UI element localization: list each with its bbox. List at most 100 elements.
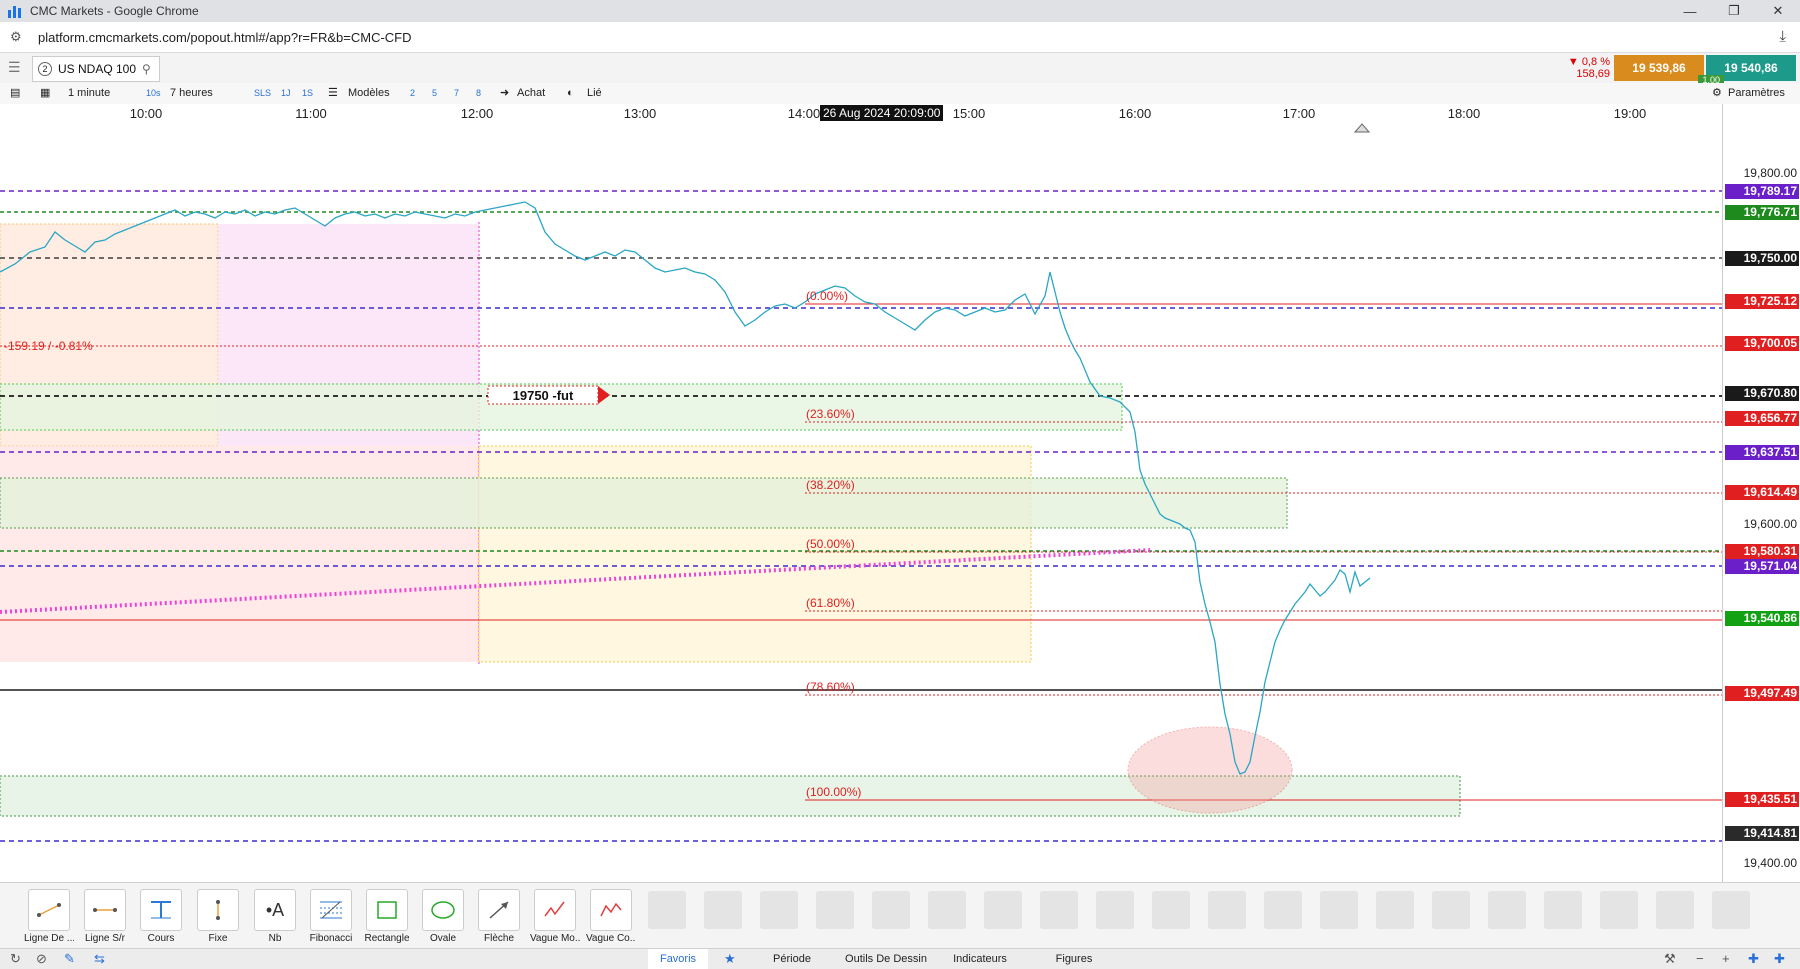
empty-tool-slot[interactable] — [1152, 891, 1190, 929]
tab-indicators[interactable]: Indicateurs — [934, 949, 1026, 969]
instrument-tab[interactable]: 2 US NDAQ 100 ⚲ — [32, 56, 160, 82]
swap-icon[interactable]: ⇆ — [94, 951, 105, 967]
empty-tool-slot[interactable] — [1376, 891, 1414, 929]
chart-toolbar: ▤ ▦ 1 minute 10s 7 heures SLS 1J 1S ☰ Mo… — [0, 83, 1800, 105]
pencil-icon[interactable]: ✎ — [64, 951, 75, 967]
change-pts: 158,69 — [1576, 68, 1610, 80]
close-icon[interactable]: ✕ — [1756, 0, 1800, 22]
range-1j[interactable]: 1J — [281, 83, 291, 104]
tool-label: Ligne De ... — [24, 933, 74, 944]
price-tick: 19,800.00 — [1743, 166, 1797, 180]
preset-2[interactable]: 2 — [410, 83, 415, 104]
settings-icon[interactable]: ⚙ — [1712, 83, 1722, 104]
tab-favoris[interactable]: Favoris — [648, 949, 708, 969]
buy-button[interactable]: Achat — [517, 83, 545, 104]
empty-tool-slot[interactable] — [816, 891, 854, 929]
tool-sr-line[interactable]: Ligne S/r — [80, 889, 130, 944]
price-label: 19,614.49 — [1725, 485, 1799, 500]
change-box: ▼ 0,8 % 158,69 — [1552, 56, 1610, 82]
empty-tool-slot[interactable] — [984, 891, 1022, 929]
star-icon[interactable]: ★ — [724, 951, 736, 967]
window-title: CMC Markets - Google Chrome — [30, 4, 199, 18]
tool-wave-corrective[interactable]: Vague Co... — [586, 889, 636, 944]
time-axis: 10:00 11:00 12:00 13:00 14:00 15:00 16:0… — [0, 104, 1722, 123]
site-info-icon[interactable]: ⚙ — [10, 29, 26, 45]
buy-icon[interactable]: ➜ — [500, 83, 509, 104]
tool-arrow[interactable]: Flèche — [474, 889, 524, 944]
tool-rectangle[interactable]: Rectangle — [362, 889, 412, 944]
restore-icon[interactable]: ❐ — [1712, 0, 1756, 22]
price-chart[interactable]: -159.19 / -0.81% 19750 -fut (0.00%) (23.… — [0, 122, 1722, 882]
price-level-icon — [151, 901, 171, 919]
empty-tool-slot[interactable] — [704, 891, 742, 929]
time-tick: 12:00 — [460, 106, 494, 121]
quick-interval-10s[interactable]: 10s — [146, 83, 161, 104]
empty-tool-slot[interactable] — [1712, 891, 1750, 929]
cancel-icon[interactable]: ⊘ — [36, 951, 47, 967]
empty-tool-slot[interactable] — [1432, 891, 1470, 929]
empty-tool-slot[interactable] — [760, 891, 798, 929]
tool-oval[interactable]: Ovale — [418, 889, 468, 944]
price-label: 19,637.51 — [1725, 445, 1799, 460]
empty-tool-slot[interactable] — [648, 891, 686, 929]
instrument-name: US NDAQ 100 — [58, 62, 137, 76]
url-text[interactable]: platform.cmcmarkets.com/popout.html#/app… — [38, 30, 412, 45]
empty-tool-slot[interactable] — [1096, 891, 1134, 929]
tool-wave-motive[interactable]: Vague Mo... — [530, 889, 580, 944]
range-1s[interactable]: 1S — [302, 83, 313, 104]
tool-label: Fibonacci — [309, 933, 353, 944]
change-annotation: -159.19 / -0.81% — [4, 339, 93, 353]
wave-motive-icon — [544, 901, 565, 917]
menu-icon[interactable]: ☰ — [8, 60, 22, 74]
interval-select[interactable]: 1 minute — [68, 83, 110, 104]
minimize-icon[interactable]: — — [1668, 0, 1712, 22]
settings-button[interactable]: Paramètres — [1728, 83, 1785, 104]
range-sls[interactable]: SLS — [254, 83, 271, 104]
models-icon[interactable]: ☰ — [328, 83, 338, 104]
empty-tool-slot[interactable] — [1320, 891, 1358, 929]
tab-periode[interactable]: Période — [744, 949, 840, 969]
tool-price[interactable]: Cours — [136, 889, 186, 944]
empty-tool-slot[interactable] — [1208, 891, 1246, 929]
crosshair-icon[interactable]: ✚ — [1748, 951, 1759, 967]
tool-trend-line[interactable]: Ligne De ... — [24, 889, 74, 944]
zoom-in-icon[interactable]: + — [1722, 951, 1730, 966]
fullscreen-icon[interactable]: ✚ — [1774, 951, 1785, 967]
empty-tool-slot[interactable] — [872, 891, 910, 929]
empty-tool-slot[interactable] — [1600, 891, 1638, 929]
zoom-out-icon[interactable]: − — [1696, 951, 1704, 966]
bottom-tab-bar: ↻ ⊘ ✎ ⇆ Favoris ★ Période Outils De Dess… — [0, 948, 1800, 969]
tab-drawing-tools[interactable]: Outils De Dessin — [840, 949, 932, 969]
empty-tool-slot[interactable] — [1264, 891, 1302, 929]
address-bar[interactable]: ⚙ platform.cmcmarkets.com/popout.html#/a… — [0, 22, 1800, 53]
empty-tool-slot[interactable] — [1040, 891, 1078, 929]
grid-icon[interactable]: ▦ — [40, 83, 50, 104]
refresh-icon[interactable]: ↻ — [10, 951, 21, 967]
tool-fibonacci[interactable]: Fibonacci — [306, 889, 356, 944]
tool-fixed[interactable]: Fixe — [193, 889, 243, 944]
sell-price-button[interactable]: 19 539,86 — [1614, 55, 1704, 81]
tool-text[interactable]: •A Nb — [250, 889, 300, 944]
price-label: 19,497.49 — [1725, 686, 1799, 701]
price-label: 19,656.77 — [1725, 411, 1799, 426]
tab-figures[interactable]: Figures — [1028, 949, 1120, 969]
layout-icon[interactable]: ▤ — [10, 83, 20, 104]
preset-7[interactable]: 7 — [454, 83, 459, 104]
empty-tool-slot[interactable] — [1656, 891, 1694, 929]
range-select[interactable]: 7 heures — [170, 83, 213, 104]
empty-tool-slot[interactable] — [1544, 891, 1582, 929]
linked-button[interactable]: Lié — [587, 83, 602, 104]
download-icon[interactable]: ⤓ — [1779, 28, 1786, 45]
price-label: 19,725.12 — [1725, 294, 1799, 309]
alert-label[interactable]: 19750 -fut — [513, 388, 574, 403]
toolbox-icon[interactable]: ⚒ — [1664, 951, 1676, 967]
models-button[interactable]: Modèles — [348, 83, 390, 104]
empty-tool-slot[interactable] — [928, 891, 966, 929]
empty-tool-slot[interactable] — [1488, 891, 1526, 929]
search-icon[interactable]: ⚲ — [142, 62, 151, 76]
link-icon[interactable]: ◐ — [567, 83, 574, 104]
preset-8[interactable]: 8 — [476, 83, 481, 104]
tool-label: Ovale — [429, 933, 457, 944]
preset-5[interactable]: 5 — [432, 83, 437, 104]
fib-level-label: (23.60%) — [806, 407, 855, 421]
